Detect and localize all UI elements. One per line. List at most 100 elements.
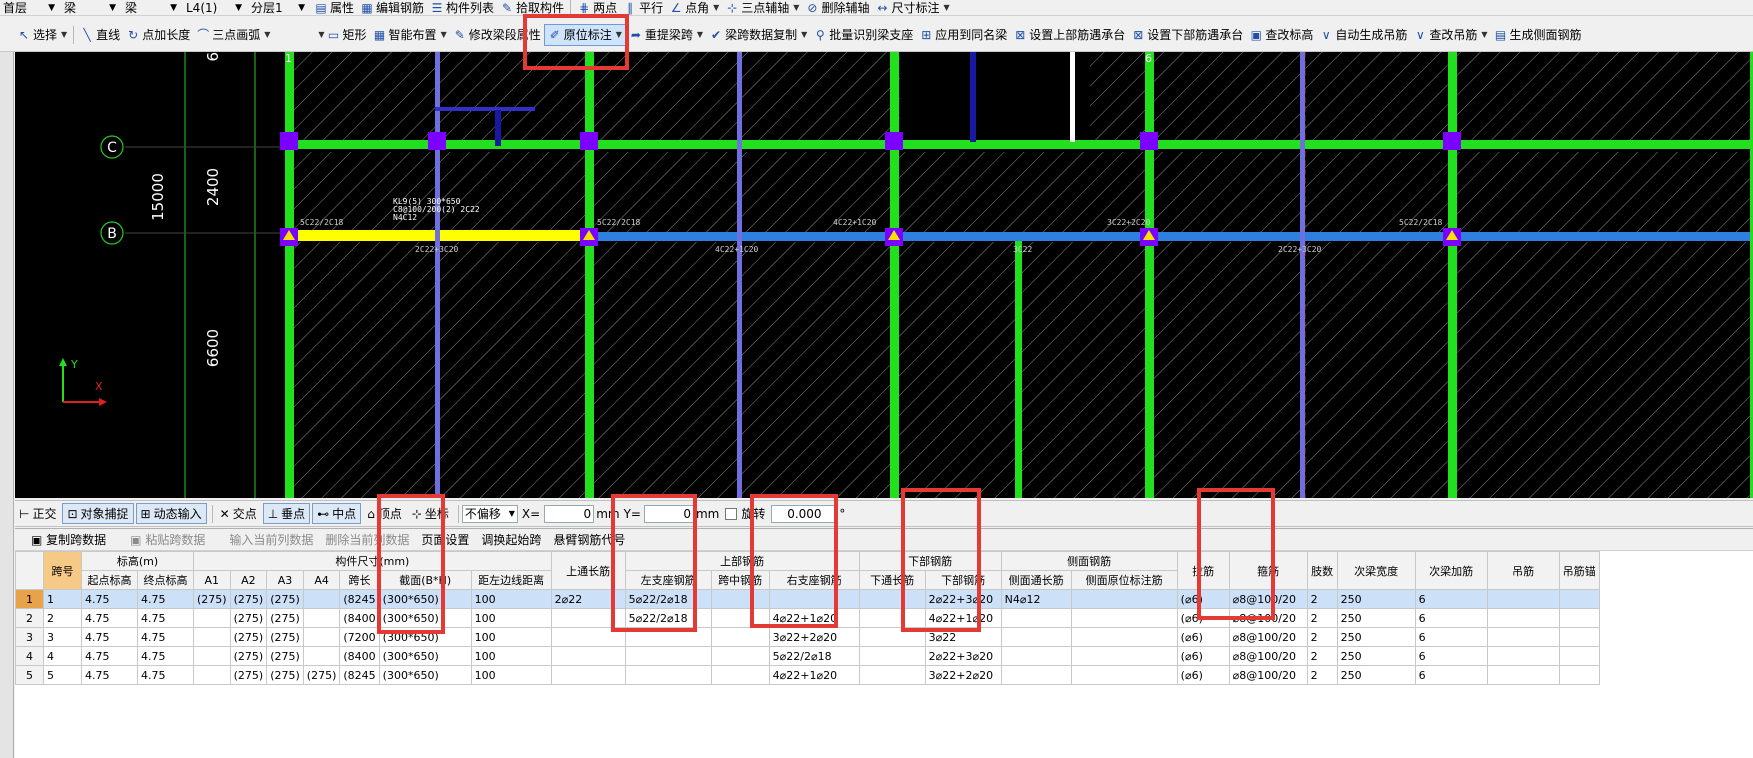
cell-len[interactable]: (8400 [339,646,380,666]
cell-start[interactable]: 4.75 [81,665,138,685]
cell-a1[interactable] [193,665,231,685]
dimension-button[interactable]: ↔ 尺寸标注 ▼ [872,0,952,16]
col-header-hanger[interactable]: 吊筋 [1486,551,1560,590]
auto-hanger-button[interactable]: ∨ 自动生成吊筋 [1316,24,1410,46]
cell-dist[interactable]: 100 [470,665,552,685]
col-header-mid-span[interactable]: 跨中钢筋 [710,570,770,590]
cell-sw[interactable]: 250 [1336,608,1416,628]
cell-bot[interactable]: 4⌀22+1⌀20 [924,608,1002,628]
beam-col[interactable] [1448,52,1457,498]
table-row[interactable]: 2 2 4.75 4.75 (275) (275) (8400 (300*650) 100 5⌀2… [15,608,1600,628]
beam-col-6[interactable] [1145,52,1154,498]
beam-col[interactable] [585,52,594,498]
col-header-bot-through[interactable]: 下通长筋 [858,570,926,590]
cell-bot[interactable]: 3⌀22+2⌀20 [924,665,1002,685]
object-snap-toggle[interactable]: ⊡ 对象捕捉 [62,503,134,524]
beam-secondary[interactable] [1015,241,1022,498]
cell-top[interactable] [550,665,626,685]
cell-span[interactable]: 5 [43,665,82,685]
x-input[interactable]: 0 [544,504,595,523]
cell-a3[interactable]: (275) [266,627,304,647]
cell-end[interactable]: 4.75 [137,646,194,666]
cell-ha[interactable] [1558,608,1600,628]
cell-hang[interactable] [1486,627,1560,647]
cell-section[interactable]: (300*650) [378,646,472,666]
col-header-span-len[interactable]: 跨长 [339,570,380,590]
cell-len[interactable]: (7200 [339,627,380,647]
cell-sthru[interactable] [1000,627,1072,647]
cell-section[interactable]: (300*650) [378,608,472,628]
dynamic-input-toggle[interactable]: ⊞ 动态输入 [135,503,207,524]
cantilever-code-button[interactable]: 悬臂钢筋代号 [553,531,625,548]
col-header-a2[interactable]: A2 [229,570,268,590]
cell-mid[interactable] [710,627,770,647]
cell-ha[interactable] [1558,589,1600,609]
line-button[interactable]: ╲ 直线 [77,24,123,46]
cell-ha[interactable] [1558,646,1600,666]
cell-a4[interactable] [302,646,341,666]
beam-secondary[interactable] [1300,52,1305,498]
col-header-a4[interactable]: A4 [302,570,341,590]
batch-support-button[interactable]: ⚲ 批量识别梁支座 [810,24,916,46]
cell-mid[interactable] [710,608,770,628]
cell-left[interactable] [624,627,712,647]
copy-span-data-button[interactable]: ✔ 梁跨数据复制 ▼ [706,24,810,46]
col-header-sec-width[interactable]: 次梁宽度 [1336,551,1416,590]
cell-ha[interactable] [1558,665,1600,685]
cell-span[interactable]: 3 [43,627,82,647]
col-header-dist[interactable]: 距左边线距离 [470,570,552,590]
properties-button[interactable]: ▤ 属性 [311,0,357,16]
cell-a3[interactable]: (275) [266,608,304,628]
row-number[interactable]: 2 [15,608,44,628]
swap-start-button[interactable]: 调换起始跨 [481,531,541,548]
cell-dist[interactable]: 100 [470,646,552,666]
cell-sadd[interactable]: 6 [1414,627,1488,647]
col-header-side-orig[interactable]: 侧面原位标注筋 [1070,570,1178,590]
cell-start[interactable]: 4.75 [81,646,138,666]
cell-tie[interactable]: (⌀6) [1176,589,1230,609]
col-header-a1[interactable]: A1 [193,570,231,590]
cell-a2[interactable]: (275) [229,627,268,647]
cell-a2[interactable]: (275) [229,665,268,685]
cell-a2[interactable]: (275) [229,608,268,628]
col-header-side-through[interactable]: 侧面通长筋 [1000,570,1072,590]
original-annotation-button[interactable]: ✐ 原位标注 ▼ [543,23,626,46]
cell-top[interactable] [550,608,626,628]
cell-hang[interactable] [1486,608,1560,628]
cell-right[interactable]: 5⌀22/2⌀18 [768,646,860,666]
cell-a3[interactable]: (275) [266,646,304,666]
cell-sorig[interactable] [1070,627,1178,647]
apply-same-button[interactable]: ⊞ 应用到同名梁 [916,24,1010,46]
col-header-legs[interactable]: 肢数 [1306,551,1338,590]
cell-bthru[interactable] [858,589,926,609]
copy-span-button[interactable]: ▣ 复制跨数据 [15,531,118,548]
cell-section[interactable]: (300*650) [378,665,472,685]
row-number[interactable]: 3 [15,627,44,647]
cell-mid[interactable] [710,589,770,609]
cell-hang[interactable] [1486,646,1560,666]
cell-hang[interactable] [1486,665,1560,685]
midpoint-toggle[interactable]: ⊷ 中点 [312,503,362,524]
offset-select[interactable]: 不偏移 ▼ [461,504,518,523]
cell-sthru[interactable]: N4⌀12 [1000,589,1072,609]
floor-select[interactable]: 首层 ▼ [0,0,58,15]
cell-bthru[interactable] [858,627,926,647]
vertex-toggle[interactable]: ⌂ 顶点 [363,504,406,523]
ortho-toggle[interactable]: ⊢ 正交 [15,504,60,523]
reextract-span-button[interactable]: ➦ 重提梁跨 ▼ [626,24,706,46]
delete-axis-button[interactable]: ⊘ 删除辅轴 [802,0,872,16]
beam-axis-c[interactable] [290,140,1753,149]
intersect-toggle[interactable]: ✕ 交点 [216,504,261,523]
edit-rebar-button[interactable]: ▦ 编辑钢筋 [357,0,427,16]
col-header-left-support[interactable]: 左支座钢筋 [624,570,712,590]
beam-white[interactable] [1070,52,1075,142]
cell-sorig[interactable] [1070,665,1178,685]
point-length-button[interactable]: ↻ 点加长度 [123,24,193,46]
cell-len[interactable]: (8245 [339,589,380,609]
cell-a3[interactable]: (275) [266,589,304,609]
cell-left[interactable] [624,646,712,666]
cell-a3[interactable]: (275) [266,665,304,685]
coord-toggle[interactable]: ⊹ 坐标 [408,504,453,523]
modify-span-button[interactable]: ✎ 修改梁段属性 [450,24,544,46]
col-header-bot-rebar[interactable]: 下部钢筋 [924,570,1002,590]
